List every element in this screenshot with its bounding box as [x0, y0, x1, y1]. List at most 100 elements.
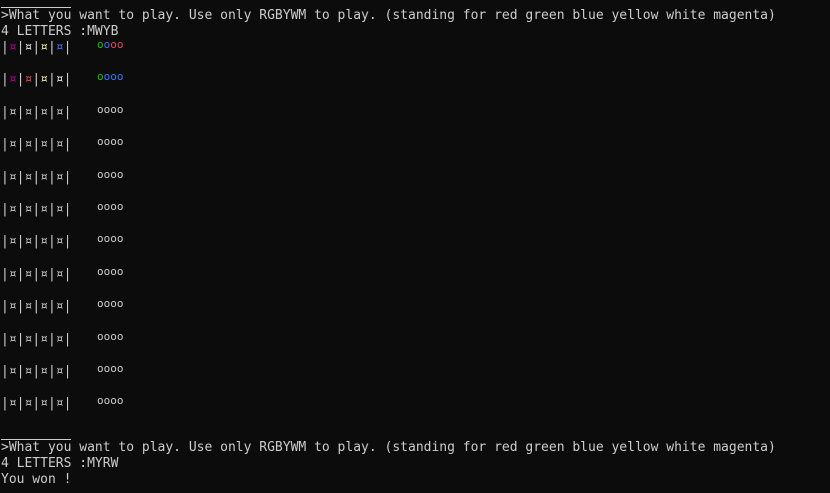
row-separator: |: [32, 266, 41, 282]
feedback-peg: o: [110, 394, 117, 408]
feedback-peg: o: [97, 394, 104, 408]
feedback-pegs: oooo: [97, 199, 124, 215]
row-separator: |: [32, 202, 41, 217]
feedback-peg: o: [97, 264, 104, 278]
feedback-peg: o: [97, 70, 104, 84]
feedback-peg: o: [116, 362, 124, 375]
guess-slot: ¤: [8, 331, 17, 347]
guess-row: |¤|¤|¤|¤| oooo: [1, 330, 124, 348]
guess-slot: ¤: [40, 396, 48, 412]
row-separator: |: [47, 299, 56, 315]
row-separator: |: [32, 331, 41, 347]
row-separator: |: [1, 169, 9, 185]
guess-row: |¤|¤|¤|¤| oooo: [1, 265, 124, 283]
feedback-peg: o: [110, 297, 117, 311]
row-separator: |: [63, 72, 72, 88]
row-separator: |: [32, 104, 41, 120]
row-separator: |: [47, 234, 56, 250]
feedback-peg: o: [97, 38, 104, 51]
row-separator: |: [47, 331, 56, 347]
row-separator: |: [47, 266, 56, 282]
row-separator: |: [63, 331, 72, 347]
guess-slot: ¤: [55, 202, 64, 217]
guess-row: |¤|¤|¤|¤| oooo: [1, 232, 124, 250]
row-separator: |: [47, 202, 56, 217]
row-separator: |: [63, 40, 72, 55]
row-separator: |: [47, 72, 56, 88]
feedback-peg: o: [110, 329, 117, 343]
guess-row: |¤|¤|¤|¤| oooo: [1, 103, 124, 121]
feedback-peg: o: [116, 167, 124, 181]
feedback-pegs: oooo: [97, 264, 124, 280]
guess-slot: ¤: [8, 72, 17, 88]
row-separator: |: [63, 266, 72, 282]
row-separator: |: [47, 40, 56, 55]
guess-slot: ¤: [8, 396, 17, 412]
feedback-peg: o: [116, 264, 124, 278]
row-separator: |: [32, 137, 41, 153]
row-separator: |: [1, 364, 9, 379]
input-line: 4 LETTERS :MYRW: [1, 456, 119, 471]
row-separator: |: [1, 299, 9, 315]
row-separator: |: [63, 234, 72, 250]
guess-slot: ¤: [8, 40, 17, 55]
guess-slot: ¤: [8, 137, 17, 153]
row-separator: |: [63, 137, 72, 153]
row-separator: |: [63, 396, 72, 412]
guess-slot: ¤: [55, 234, 64, 250]
row-separator: |: [63, 202, 72, 217]
guess-slot: ¤: [55, 299, 64, 315]
guess-slot: ¤: [55, 137, 64, 153]
feedback-pegs: oooo: [97, 69, 124, 85]
row-separator: |: [32, 396, 41, 412]
feedback-peg: o: [97, 329, 104, 343]
feedback-peg: o: [110, 362, 117, 375]
row-separator: |: [1, 396, 9, 412]
guess-slot: ¤: [55, 396, 64, 412]
feedback-peg: o: [110, 232, 117, 246]
row-separator: |: [1, 202, 9, 217]
row-separator: |: [47, 396, 56, 412]
row-separator: |: [32, 40, 41, 55]
console-window[interactable]: >What you want to play. Use only RGBYWM …: [1, 0, 830, 493]
guess-slot: ¤: [8, 364, 17, 379]
feedback-pegs: oooo: [97, 296, 124, 312]
guess-slot: ¤: [40, 202, 48, 217]
feedback-peg: o: [97, 232, 104, 246]
row-separator: |: [32, 72, 41, 88]
guess-slot: ¤: [40, 364, 48, 379]
guess-row: |¤|¤|¤|¤| oooo: [1, 394, 124, 412]
feedback-peg: o: [110, 38, 117, 51]
row-separator: |: [1, 137, 9, 153]
row-separator: |: [63, 104, 72, 120]
row-separator: |: [47, 169, 56, 185]
feedback-peg: o: [110, 102, 117, 116]
row-separator: |: [32, 299, 41, 315]
guess-slot: ¤: [55, 364, 64, 379]
guess-slot: ¤: [8, 299, 17, 315]
guess-slot: ¤: [8, 234, 17, 250]
guess-row: |¤|¤|¤|¤| oooo: [1, 70, 124, 88]
feedback-peg: o: [110, 167, 117, 181]
feedback-peg: o: [116, 200, 124, 213]
feedback-pegs: oooo: [97, 329, 124, 345]
feedback-peg: o: [116, 38, 124, 51]
row-separator: |: [1, 234, 9, 250]
row-separator: |: [1, 266, 9, 282]
feedback-pegs: oooo: [97, 102, 124, 118]
guess-slot: ¤: [40, 72, 48, 88]
guess-slot: ¤: [55, 40, 64, 55]
guess-slot: ¤: [55, 169, 64, 185]
feedback-peg: o: [116, 394, 124, 408]
feedback-pegs: oooo: [97, 393, 124, 409]
row-separator: |: [47, 364, 56, 379]
feedback-pegs: oooo: [97, 231, 124, 247]
guess-slot: ¤: [40, 169, 48, 185]
guess-slot: ¤: [8, 104, 17, 120]
guess-slot: ¤: [55, 266, 64, 282]
feedback-peg: o: [116, 70, 124, 84]
row-separator: |: [47, 137, 56, 153]
feedback-peg: o: [116, 297, 124, 311]
feedback-peg: o: [97, 362, 104, 375]
guess-slot: ¤: [40, 137, 48, 153]
